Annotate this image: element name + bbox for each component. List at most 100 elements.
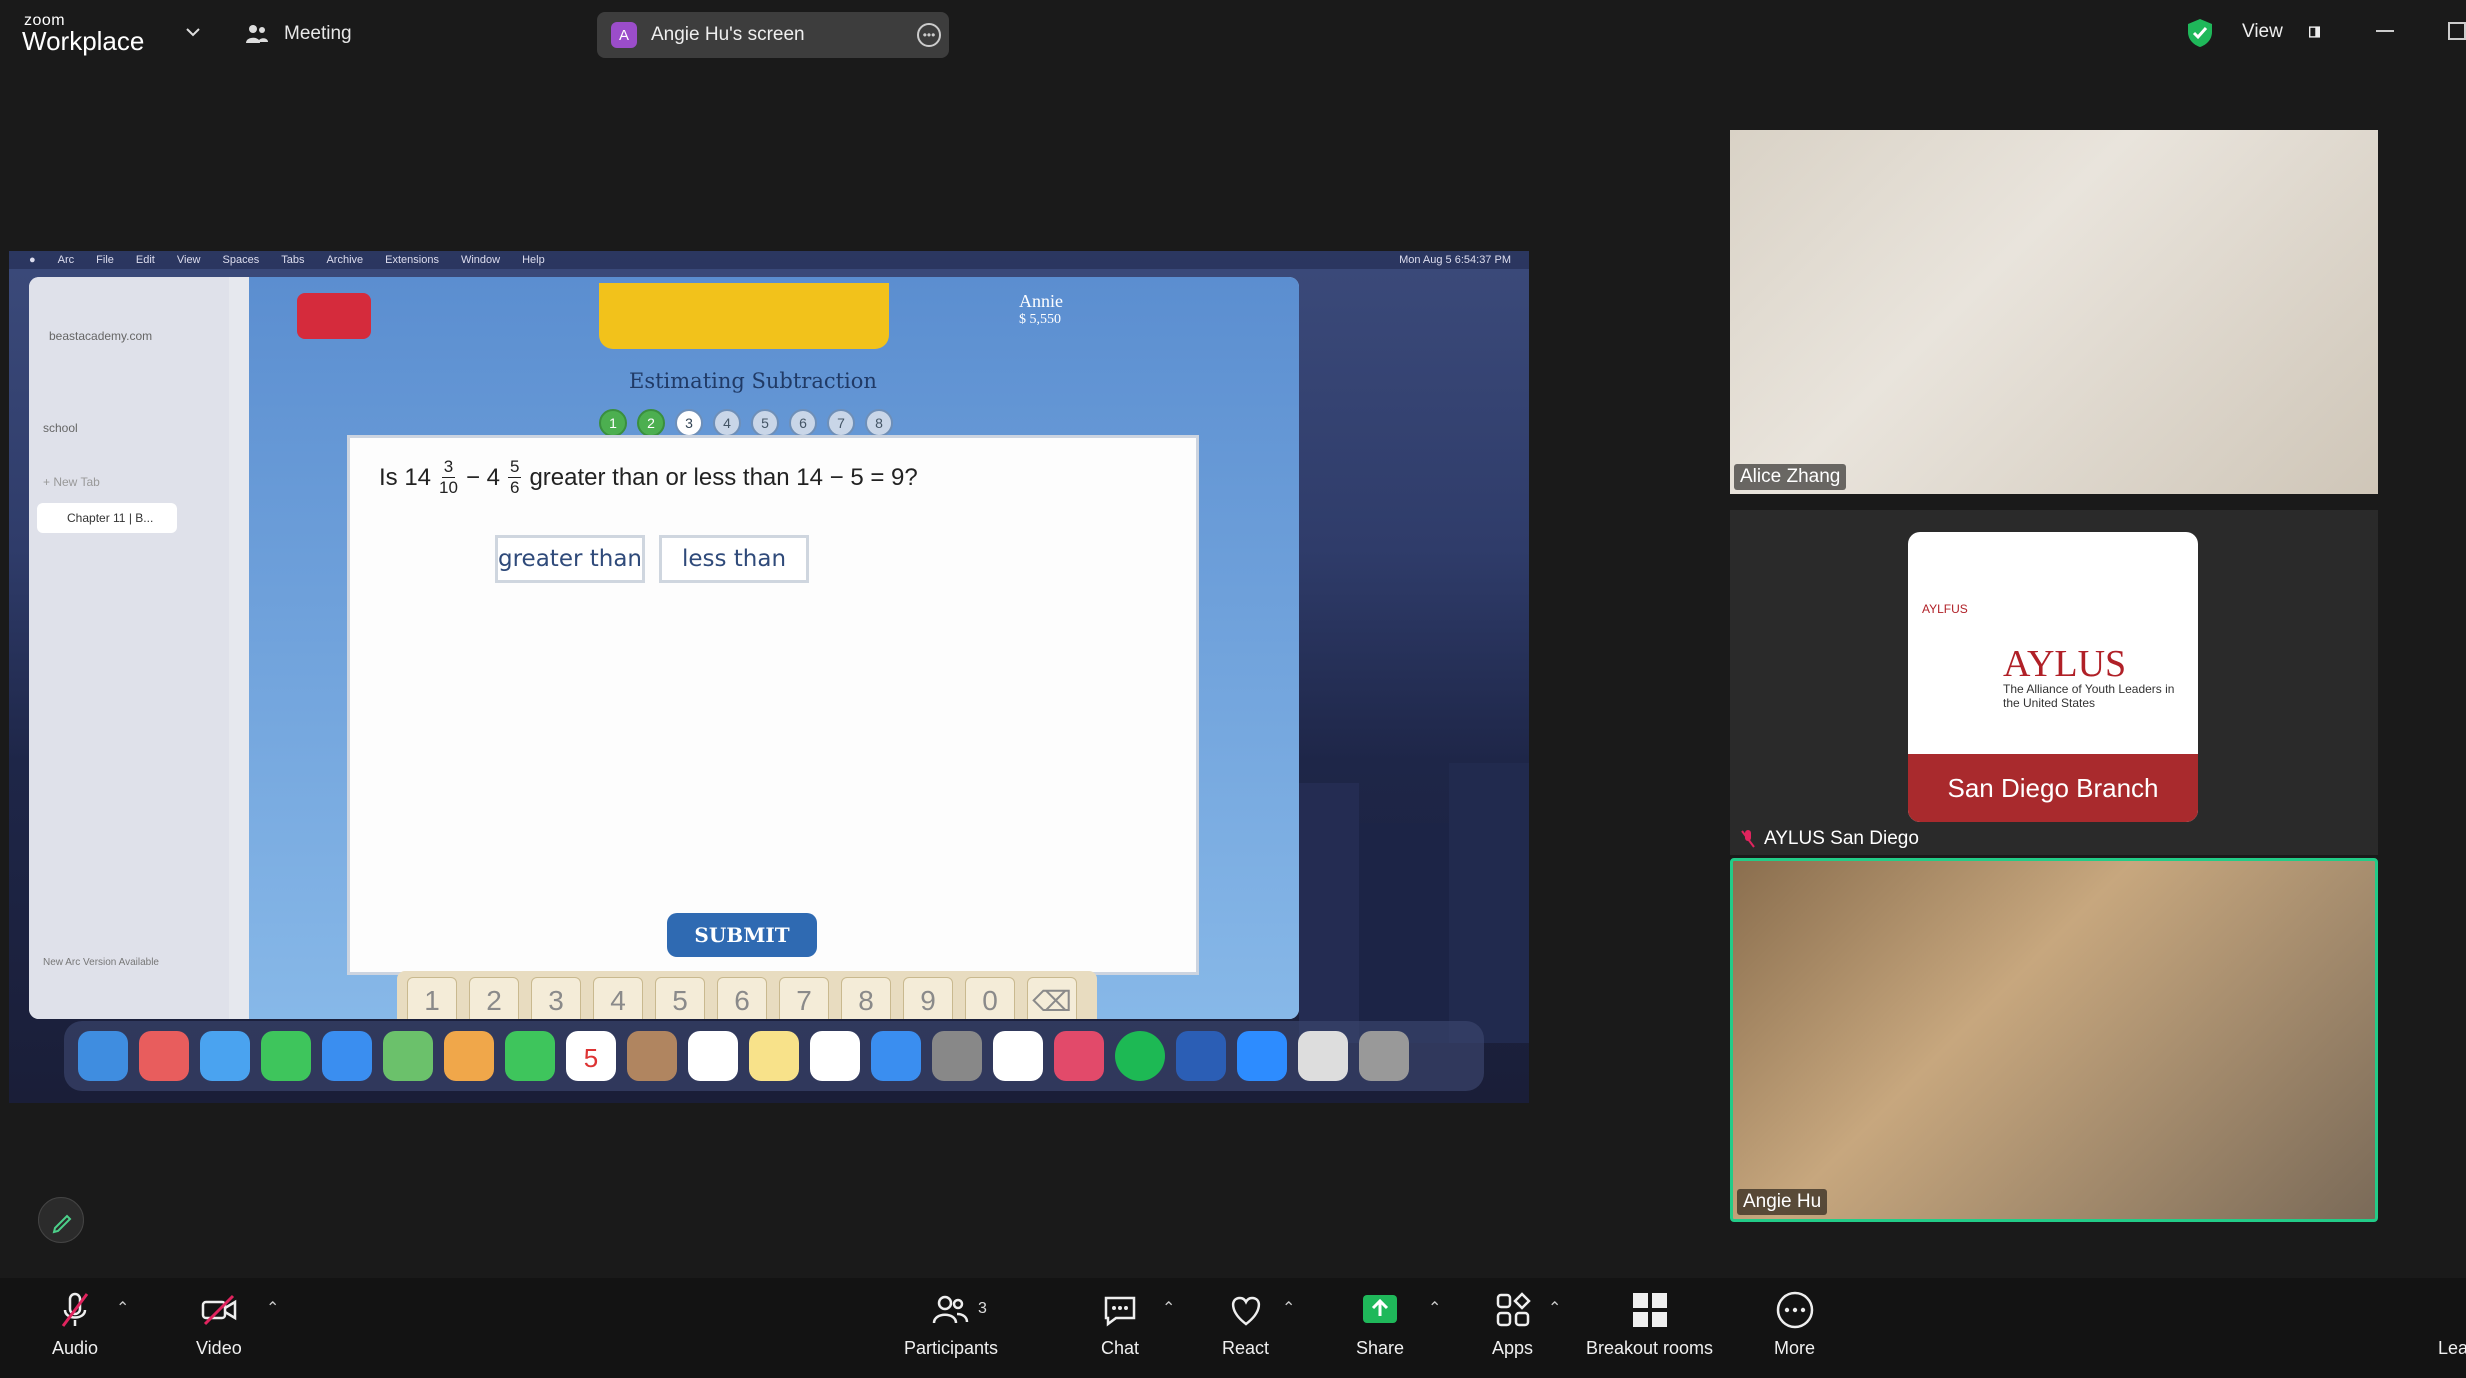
menu-item: Window xyxy=(460,254,501,266)
menu-item: File xyxy=(96,254,114,266)
annotate-pencil-icon[interactable] xyxy=(38,1197,84,1243)
progress-dot: 5 xyxy=(751,409,779,437)
breakout-rooms-button[interactable]: Breakout rooms xyxy=(1586,1290,1713,1359)
audio-caret-icon[interactable]: ⌃ xyxy=(116,1298,129,1318)
choice-less-than: less than xyxy=(659,535,809,583)
share-button[interactable]: Share xyxy=(1356,1290,1404,1359)
minimize-icon[interactable] xyxy=(2376,30,2394,32)
arc-browser-window: beastacademy.com school + New Tab Chapte… xyxy=(29,277,1299,1019)
share-caret-icon[interactable]: ⌃ xyxy=(1428,1298,1441,1318)
react-button[interactable]: React xyxy=(1222,1290,1269,1359)
video-tile-alice[interactable]: Alice Zhang xyxy=(1730,130,2378,494)
fraction-1: 3 10 xyxy=(439,457,458,498)
question-text: Is 14 3 10 − 4 56 greater than or less th… xyxy=(379,457,918,498)
question-card xyxy=(347,435,1199,975)
lesson-title: Estimating Subtraction xyxy=(629,369,877,393)
zoom-workplace-logo: Workplace xyxy=(22,26,145,56)
fraction-2: 56 xyxy=(507,457,522,498)
chat-caret-icon[interactable]: ⌃ xyxy=(1162,1298,1175,1318)
meeting-menu-button[interactable]: Meeting xyxy=(244,18,352,50)
chevron-down-icon[interactable] xyxy=(183,22,203,42)
numpad-key: 6 xyxy=(717,977,767,1019)
menu-item: Archive xyxy=(326,254,364,266)
fraction-denominator: 6 xyxy=(509,478,520,497)
progress-dot: 8 xyxy=(865,409,893,437)
apps-label: Apps xyxy=(1492,1338,1534,1358)
answer-choices: greater than less than xyxy=(495,535,809,583)
aylus-tagline: The Alliance of Youth Leaders in the Uni… xyxy=(2003,682,2175,710)
screen-share-indicator[interactable]: A Angie Hu's screen ••• xyxy=(597,12,949,58)
react-label: React xyxy=(1222,1338,1270,1358)
video-button[interactable]: Video xyxy=(196,1290,242,1359)
app-store-icon xyxy=(871,1031,921,1081)
apple-icon: ● xyxy=(29,254,36,266)
numpad-key: 0 xyxy=(965,977,1015,1019)
more-icon xyxy=(1776,1291,1813,1329)
messages-icon xyxy=(261,1031,311,1081)
city-building xyxy=(1449,763,1529,1043)
question-prefix: Is 14 xyxy=(379,463,432,491)
breakout-label: Breakout rooms xyxy=(1586,1338,1714,1358)
progress-dot: 7 xyxy=(827,409,855,437)
leave-button[interactable]: Lea xyxy=(2438,1338,2466,1359)
photos-icon xyxy=(444,1031,494,1081)
ba-logo-button xyxy=(297,293,371,339)
breakout-rooms-icon xyxy=(1632,1293,1667,1327)
contacts-icon xyxy=(627,1031,677,1081)
chat-label: Chat xyxy=(1100,1338,1140,1358)
apps-icon xyxy=(1496,1292,1531,1327)
top-bar: zoom Workplace Meeting A Angie Hu's scre… xyxy=(0,0,2466,68)
participants-icon xyxy=(246,25,268,43)
notes-icon xyxy=(749,1031,799,1081)
view-button[interactable]: View xyxy=(2230,12,2320,52)
muted-mic-icon xyxy=(61,1292,89,1327)
video-tile-aylus[interactable]: AYLFUS AYLUS The Alliance of Youth Leade… xyxy=(1730,510,2378,855)
menu-item: Help xyxy=(522,254,545,266)
sharer-avatar: A xyxy=(611,22,637,48)
menu-item: Spaces xyxy=(222,254,260,266)
fraction-numerator: 5 xyxy=(507,457,522,478)
arc-icon xyxy=(1054,1031,1104,1081)
video-tile-angie-active-speaker[interactable]: Angie Hu xyxy=(1730,858,2378,1222)
numpad-key: 1 xyxy=(407,977,457,1019)
shield-check-icon[interactable] xyxy=(2186,18,2214,48)
apps-button[interactable]: Apps xyxy=(1492,1290,1533,1359)
question-suffix: greater than or less than 14 − 5 = 9? xyxy=(529,463,918,491)
video-caret-icon[interactable]: ⌃ xyxy=(266,1298,279,1318)
chat-icon xyxy=(1104,1296,1136,1327)
spotify-icon xyxy=(1115,1031,1165,1081)
numpad-key: 7 xyxy=(779,977,829,1019)
participant-name: AYLUS San Diego xyxy=(1764,828,1919,849)
share-label: Share xyxy=(1356,1338,1405,1358)
maximize-icon[interactable] xyxy=(2448,22,2466,40)
maps-icon xyxy=(383,1031,433,1081)
update-notice: New Arc Version Available xyxy=(43,957,159,968)
layout-icon xyxy=(2308,26,2320,38)
aylus-logo-card: AYLFUS AYLUS The Alliance of Youth Leade… xyxy=(1908,532,2198,822)
react-caret-icon[interactable]: ⌃ xyxy=(1282,1298,1295,1318)
progress-dot: 2 xyxy=(637,409,665,437)
leave-label: Lea xyxy=(2438,1338,2466,1358)
mac-dock: 5 xyxy=(64,1021,1484,1091)
more-button[interactable]: More xyxy=(1774,1290,1815,1359)
more-options-icon[interactable]: ••• xyxy=(917,23,941,47)
player-info: Annie $ 5,550 xyxy=(1019,291,1063,328)
player-coins: $ 5,550 xyxy=(1019,312,1061,327)
settings-icon xyxy=(932,1031,982,1081)
apps-caret-icon[interactable]: ⌃ xyxy=(1548,1298,1561,1318)
tasks-icon xyxy=(993,1031,1043,1081)
chat-button[interactable]: Chat xyxy=(1100,1290,1140,1359)
meeting-label: Meeting xyxy=(284,23,352,44)
numpad-key: 9 xyxy=(903,977,953,1019)
participant-name: Alice Zhang xyxy=(1734,464,1847,490)
book-icon xyxy=(445,293,495,339)
meeting-toolbar: Audio ⌃ Video ⌃ Participants 3 Chat ⌃ Re… xyxy=(0,1278,2466,1378)
mac-clock: Mon Aug 5 6:54:37 PM xyxy=(1399,254,1511,266)
more-label: More xyxy=(1774,1338,1816,1358)
url-bar: beastacademy.com xyxy=(49,329,153,343)
menu-item: Extensions xyxy=(385,254,439,266)
mail-icon xyxy=(322,1031,372,1081)
fraction-numerator: 3 xyxy=(441,457,456,478)
audio-button[interactable]: Audio xyxy=(52,1290,98,1359)
numpad-key: 2 xyxy=(469,977,519,1019)
